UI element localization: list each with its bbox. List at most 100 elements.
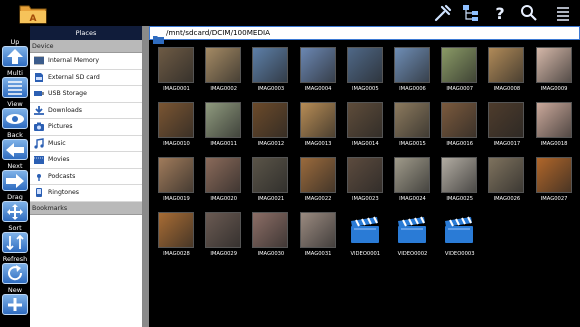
image-thumbnail xyxy=(394,102,430,138)
file-name: IMAG0030 xyxy=(257,251,285,257)
tool-label: Sort xyxy=(8,224,22,232)
file-item[interactable]: IMAG0017 xyxy=(483,99,530,154)
file-name: IMAG0029 xyxy=(210,251,238,257)
tools-icon[interactable] xyxy=(433,3,453,23)
file-name: IMAG0002 xyxy=(210,86,238,92)
place-external-sd[interactable]: External SD card xyxy=(30,70,142,86)
svg-text:?: ? xyxy=(495,4,504,23)
file-item[interactable]: IMAG0009 xyxy=(531,44,578,99)
file-item[interactable]: IMAG0004 xyxy=(295,44,342,99)
file-name: IMAG0026 xyxy=(493,196,521,202)
view-tool[interactable]: View xyxy=(0,100,30,130)
file-item[interactable]: IMAG0024 xyxy=(389,154,436,209)
file-name: IMAG0018 xyxy=(540,141,568,147)
drag-tool[interactable]: Drag xyxy=(0,193,30,223)
file-item[interactable]: IMAG0031 xyxy=(295,209,342,264)
place-internal-memory[interactable]: Internal Memory xyxy=(30,53,142,70)
places-title: Places xyxy=(30,26,142,40)
file-item[interactable]: IMAG0003 xyxy=(247,44,294,99)
file-name: IMAG0023 xyxy=(351,196,379,202)
file-item[interactable]: IMAG0008 xyxy=(483,44,530,99)
place-label: Downloads xyxy=(48,106,82,114)
next-tool[interactable]: Next xyxy=(0,162,30,192)
file-item[interactable]: IMAG0016 xyxy=(436,99,483,154)
file-item[interactable]: IMAG0025 xyxy=(436,154,483,209)
file-item[interactable]: IMAG0001 xyxy=(153,44,200,99)
file-item[interactable]: IMAG0021 xyxy=(247,154,294,209)
search-icon[interactable] xyxy=(519,3,539,23)
image-thumbnail xyxy=(158,157,194,193)
file-item[interactable]: IMAG0020 xyxy=(200,154,247,209)
place-label: Music xyxy=(48,139,66,147)
tool-label: New xyxy=(7,286,23,294)
file-grid: IMAG0001 IMAG0002 IMAG0003 IMAG0004 IMAG0005… xyxy=(153,44,580,327)
file-item[interactable]: IMAG0030 xyxy=(247,209,294,264)
file-item[interactable]: IMAG0005 xyxy=(342,44,389,99)
file-item[interactable]: IMAG0027 xyxy=(531,154,578,209)
image-thumbnail xyxy=(535,102,572,138)
toolbar: Up Multi View Back Next Drag Sort Refres… xyxy=(0,38,30,327)
memory-icon xyxy=(32,55,45,66)
place-downloads[interactable]: Downloads xyxy=(30,103,142,119)
file-item[interactable]: VIDEO0002 xyxy=(389,209,436,264)
back-tool[interactable]: Back xyxy=(0,131,30,161)
place-ringtones[interactable]: Ringtones xyxy=(30,185,142,202)
image-thumbnail xyxy=(535,157,572,193)
help-icon[interactable]: ? xyxy=(490,3,510,23)
file-item[interactable]: IMAG0023 xyxy=(342,154,389,209)
file-item[interactable]: IMAG0007 xyxy=(436,44,483,99)
image-thumbnail xyxy=(346,102,383,138)
refresh-icon xyxy=(2,263,28,284)
place-usb-storage[interactable]: USB Storage xyxy=(30,86,142,103)
current-path: /mnt/sdcard/DCIM/100MEDIA xyxy=(166,28,271,37)
image-thumbnail xyxy=(488,47,525,83)
file-item[interactable]: IMAG0022 xyxy=(295,154,342,209)
folder-app-icon[interactable]: A xyxy=(18,1,48,25)
sort-icon xyxy=(2,232,28,253)
place-pictures[interactable]: Pictures xyxy=(30,119,142,136)
file-item[interactable]: IMAG0019 xyxy=(153,154,200,209)
file-item[interactable]: IMAG0010 xyxy=(153,99,200,154)
file-item[interactable]: VIDEO0001 xyxy=(342,209,389,264)
image-thumbnail xyxy=(158,212,194,248)
file-item[interactable]: IMAG0014 xyxy=(342,99,389,154)
panel-splitter[interactable] xyxy=(143,26,149,327)
file-item[interactable]: IMAG0013 xyxy=(295,99,342,154)
file-item[interactable]: IMAG0018 xyxy=(531,99,578,154)
path-bar[interactable]: /mnt/sdcard/DCIM/100MEDIA xyxy=(149,26,580,44)
place-label: Podcasts xyxy=(48,172,76,180)
file-item[interactable]: IMAG0012 xyxy=(247,99,294,154)
image-thumbnail xyxy=(252,47,289,83)
tool-label: Back xyxy=(7,131,23,139)
file-name: IMAG0001 xyxy=(163,86,190,92)
device-section-header: Device xyxy=(30,40,142,53)
file-item[interactable]: IMAG0002 xyxy=(200,44,247,99)
place-movies[interactable]: Movies xyxy=(30,152,142,169)
image-thumbnail xyxy=(252,102,289,138)
place-music[interactable]: Music xyxy=(30,136,142,152)
place-podcasts[interactable]: Podcasts xyxy=(30,169,142,185)
file-item[interactable]: VIDEO0003 xyxy=(436,209,483,264)
image-thumbnail xyxy=(346,47,383,83)
file-name: IMAG0007 xyxy=(446,86,474,92)
video-clapper-icon xyxy=(443,215,475,245)
file-item[interactable]: IMAG0028 xyxy=(153,209,200,264)
file-name: IMAG0009 xyxy=(540,86,568,92)
svg-text:A: A xyxy=(30,14,37,24)
menu-icon[interactable] xyxy=(553,3,573,23)
file-item[interactable]: IMAG0029 xyxy=(200,209,247,264)
new-tool[interactable]: New xyxy=(0,286,30,316)
tree-icon[interactable] xyxy=(461,3,481,23)
file-item[interactable]: IMAG0006 xyxy=(389,44,436,99)
multi-tool[interactable]: Multi xyxy=(0,69,30,99)
file-item[interactable]: IMAG0026 xyxy=(483,154,530,209)
file-item[interactable]: IMAG0011 xyxy=(200,99,247,154)
usb-icon xyxy=(32,88,45,99)
sort-tool[interactable]: Sort xyxy=(0,224,30,254)
up-tool[interactable]: Up xyxy=(0,38,30,68)
image-thumbnail xyxy=(394,47,430,83)
file-item[interactable]: IMAG0015 xyxy=(389,99,436,154)
image-thumbnail xyxy=(205,47,242,83)
image-thumbnail xyxy=(394,157,430,193)
refresh-tool[interactable]: Refresh xyxy=(0,255,30,285)
